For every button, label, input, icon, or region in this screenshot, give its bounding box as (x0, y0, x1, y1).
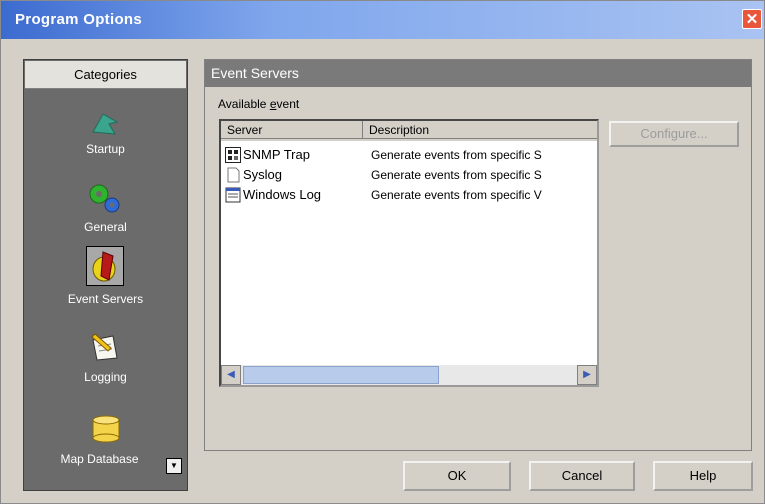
category-label: Event Servers (67, 292, 144, 306)
category-label: Map Database (60, 452, 139, 466)
server-description: Generate events from specific S (371, 168, 542, 182)
category-logging[interactable]: Logging (25, 324, 186, 390)
panel-title: Event Servers (205, 60, 751, 87)
server-description: Generate events from specific S (371, 148, 542, 162)
column-header-description[interactable]: Description (363, 121, 597, 139)
category-event-servers[interactable]: Event Servers (25, 246, 186, 312)
category-map-database[interactable]: Map Database (25, 408, 186, 474)
server-name: SNMP Trap (243, 147, 310, 162)
document-icon (227, 167, 240, 183)
cancel-button[interactable]: Cancel (529, 461, 635, 491)
scroll-right-button[interactable]: ▶ (577, 365, 597, 385)
event-server-list[interactable]: Server Description SNMP Trap Generate ev… (219, 119, 599, 387)
available-event-label: Available event (218, 97, 300, 111)
database-icon (92, 415, 120, 443)
snmp-icon (225, 147, 241, 163)
close-button[interactable]: ✕ (742, 9, 762, 29)
help-button[interactable]: Help (653, 461, 753, 491)
server-name: Syslog (243, 167, 283, 182)
category-label: Logging (84, 370, 127, 384)
gears-icon (89, 184, 120, 213)
category-label: Startup (86, 142, 125, 156)
server-name: Windows Log (243, 187, 322, 202)
list-row-snmp-trap[interactable]: SNMP Trap Generate events from specific … (223, 145, 595, 165)
title-bar[interactable]: Program Options ✕ (1, 1, 764, 39)
notepad-pencil-icon (91, 333, 118, 361)
categories-pane: Categories Startup General Event Servers (23, 59, 188, 491)
window-title: Program Options (15, 11, 143, 28)
program-options-dialog: Program Options ✕ Categories Startup Gen… (0, 0, 765, 504)
category-label: General (84, 220, 127, 234)
list-row-windows-log[interactable]: Windows Log Generate events from specifi… (223, 185, 595, 205)
scroll-thumb[interactable] (243, 366, 439, 384)
category-general[interactable]: General (25, 178, 186, 244)
scroll-left-button[interactable]: ◀ (221, 365, 241, 385)
windows-log-icon (225, 187, 241, 203)
ok-button[interactable]: OK (403, 461, 511, 491)
horizontal-scrollbar[interactable]: ◀ ▶ (221, 365, 597, 385)
configure-button[interactable]: Configure... (609, 121, 739, 147)
column-header-server[interactable]: Server (221, 121, 363, 139)
list-row-syslog[interactable]: Syslog Generate events from specific S (223, 165, 595, 185)
categories-header: Categories (25, 61, 186, 89)
list-header: Server Description (221, 121, 597, 141)
event-alert-icon (92, 251, 116, 282)
arrow-icon (92, 113, 119, 135)
server-description: Generate events from specific V (371, 188, 542, 202)
category-startup[interactable]: Startup (25, 100, 186, 166)
categories-scroll-down-button[interactable]: ▼ (166, 458, 182, 474)
